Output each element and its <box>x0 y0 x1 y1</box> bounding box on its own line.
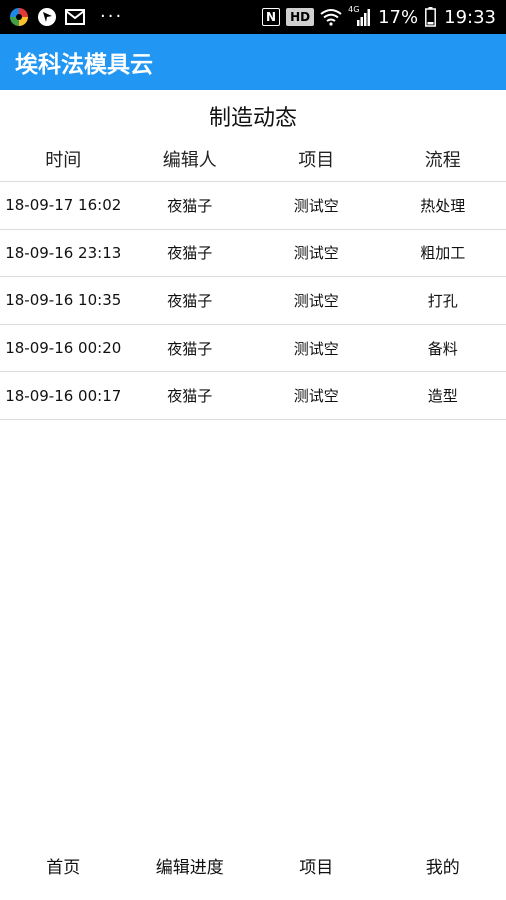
nav-edit-progress[interactable]: 编辑进度 <box>127 853 254 878</box>
row-time: 18-09-16 00:20 <box>5 339 122 358</box>
status-bar-right: N HD 4G 17% 19:33 <box>262 6 496 28</box>
mail-icon <box>64 6 86 28</box>
row-time: 18-09-16 00:17 <box>5 386 122 405</box>
header-process: 流程 <box>424 149 461 171</box>
row-editor: 夜猫子 <box>167 339 213 358</box>
row-editor: 夜猫子 <box>167 196 213 215</box>
activity-table: 时间 编辑人 项目 流程 18-09-17 16:02 夜猫子 测试空 热处理 … <box>0 136 506 420</box>
row-project: 测试空 <box>293 387 339 406</box>
more-notifications-indicator: ··· <box>100 6 124 27</box>
table-row[interactable]: 18-09-16 00:17 夜猫子 测试空 造型 <box>0 372 506 420</box>
row-process: 打孔 <box>427 291 458 310</box>
bottom-navigation: 首页 编辑进度 项目 我的 <box>0 838 506 892</box>
table-row[interactable]: 18-09-16 23:13 夜猫子 测试空 粗加工 <box>0 230 506 278</box>
header-time: 时间 <box>45 149 82 171</box>
row-project: 测试空 <box>293 291 339 310</box>
row-process: 热处理 <box>420 196 466 215</box>
row-editor: 夜猫子 <box>167 244 213 263</box>
row-process: 备料 <box>427 339 458 358</box>
status-bar: ··· N HD 4G 17% 19:33 <box>0 0 506 34</box>
row-project: 测试空 <box>293 196 339 215</box>
app-bar: 埃科法模具云 <box>0 34 506 90</box>
section-title: 制造动态 <box>208 106 297 131</box>
row-process: 粗加工 <box>420 244 466 263</box>
network-type-label: 4G <box>348 5 360 14</box>
nav-home[interactable]: 首页 <box>0 853 127 878</box>
hd-voice-badge: HD <box>286 8 315 26</box>
header-project: 项目 <box>298 149 335 171</box>
table-row[interactable]: 18-09-17 16:02 夜猫子 测试空 热处理 <box>0 182 506 230</box>
row-process: 造型 <box>427 387 458 406</box>
status-time: 19:33 <box>444 6 496 28</box>
nav-mine[interactable]: 我的 <box>380 853 506 878</box>
row-project: 测试空 <box>293 339 339 358</box>
app-title: 埃科法模具云 <box>15 52 153 78</box>
row-project: 测试空 <box>293 244 339 263</box>
battery-percent: 17% <box>378 6 419 28</box>
cellular-signal-icon: 4G <box>348 6 372 28</box>
row-time: 18-09-16 10:35 <box>5 291 122 310</box>
header-editor: 编辑人 <box>162 149 217 171</box>
row-editor: 夜猫子 <box>167 387 213 406</box>
table-header: 时间 编辑人 项目 流程 <box>0 136 506 182</box>
table-row[interactable]: 18-09-16 10:35 夜猫子 测试空 打孔 <box>0 277 506 325</box>
row-time: 18-09-16 23:13 <box>5 243 122 262</box>
status-bar-left: ··· <box>8 6 123 28</box>
table-row[interactable]: 18-09-16 00:20 夜猫子 测试空 备料 <box>0 325 506 373</box>
navigation-arrow-icon <box>36 6 58 28</box>
battery-icon <box>424 6 436 28</box>
row-time: 18-09-17 16:02 <box>5 196 122 215</box>
nav-projects[interactable]: 项目 <box>253 853 380 878</box>
app-pinwheel-icon <box>8 6 30 28</box>
nfc-icon: N <box>262 8 281 26</box>
row-editor: 夜猫子 <box>167 291 213 310</box>
wifi-icon <box>320 6 342 28</box>
